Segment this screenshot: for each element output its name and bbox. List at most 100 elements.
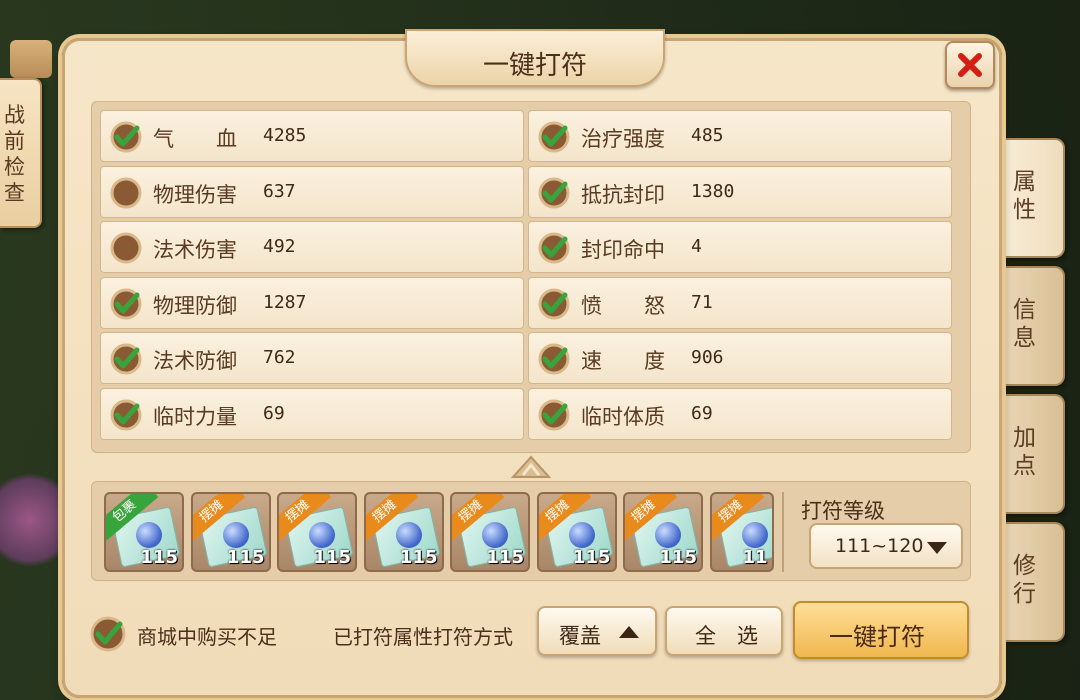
- attribute-value: 1380: [691, 180, 735, 202]
- tab-add-points[interactable]: 加点: [1005, 394, 1065, 514]
- checked-icon[interactable]: [537, 342, 571, 376]
- one-click-talisman-dialog: 一键打符 气 血 4285 物理伤害 637 法术伤害 492 物理防御 1287 法术防御 76…: [62, 29, 1002, 698]
- attribute-name: 临时力量: [153, 404, 237, 429]
- checked-icon[interactable]: [109, 120, 143, 154]
- items-divider: [782, 492, 784, 572]
- tab-cultivation[interactable]: 修行: [1005, 522, 1065, 642]
- close-button[interactable]: [945, 41, 995, 89]
- talisman-orb-icon: [309, 522, 335, 548]
- attribute-name: 气 血: [153, 127, 237, 151]
- checked-icon[interactable]: [537, 231, 571, 265]
- checked-icon[interactable]: [109, 287, 143, 321]
- talisman-item[interactable]: 摆摊 115: [623, 492, 703, 572]
- tab-cultivation-label: 修行: [1013, 553, 1036, 607]
- close-x-icon: [958, 53, 982, 77]
- attribute-row[interactable]: 物理防御 1287: [100, 276, 524, 329]
- unchecked-icon[interactable]: [109, 176, 143, 210]
- talisman-item[interactable]: 摆摊 115: [190, 492, 271, 572]
- one-click-talisman-button[interactable]: 一键打符: [793, 601, 969, 659]
- attribute-row[interactable]: 封印命中 4: [528, 221, 952, 273]
- item-level: 115: [226, 547, 265, 568]
- attribute-name: 法术防御: [153, 349, 237, 373]
- cover-mode-label: 覆盖: [559, 624, 601, 648]
- level-label: 打符等级: [801, 499, 885, 523]
- item-level: 115: [486, 547, 524, 568]
- item-level: 11: [742, 547, 768, 568]
- attribute-value: 71: [691, 291, 713, 313]
- dialog-title: 一键打符: [482, 51, 587, 81]
- talisman-item[interactable]: 摆摊 115: [536, 492, 617, 572]
- item-level: 115: [399, 547, 438, 568]
- attribute-value: 1287: [263, 291, 307, 313]
- attribute-name: 愤 怒: [581, 293, 665, 318]
- select-all-button[interactable]: 全 选: [665, 606, 783, 656]
- shop-buy-checkbox[interactable]: [89, 615, 127, 653]
- attribute-row[interactable]: 法术伤害 492: [100, 221, 524, 273]
- attribute-row[interactable]: 临时力量 69: [100, 387, 524, 440]
- chevron-down-icon: [927, 542, 947, 554]
- checked-icon[interactable]: [537, 287, 571, 321]
- tab-info[interactable]: 信息: [1005, 266, 1065, 386]
- item-level: 115: [313, 547, 351, 568]
- talisman-orb-icon: [222, 522, 249, 548]
- tab-add-points-label: 加点: [1013, 425, 1036, 479]
- attribute-name: 封印命中: [581, 238, 665, 262]
- tab-pre-battle-check-label: 战前检查: [4, 103, 25, 205]
- background-flower: [0, 460, 60, 580]
- item-level: 115: [140, 547, 178, 568]
- talisman-orb-icon: [482, 522, 508, 548]
- attribute-name: 临时体质: [581, 404, 665, 429]
- attribute-row[interactable]: 气 血 4285: [100, 110, 524, 162]
- attribute-value: 4: [691, 236, 702, 257]
- attribute-value: 69: [691, 402, 713, 424]
- talisman-item[interactable]: 摆摊 115: [277, 492, 357, 572]
- left-scroll-ornament: [10, 40, 52, 78]
- attribute-row[interactable]: 速 度 906: [528, 332, 952, 384]
- collapse-arrow-icon[interactable]: [509, 451, 553, 481]
- attribute-row[interactable]: 抵抗封印 1380: [528, 165, 952, 218]
- talisman-orb-icon: [741, 522, 768, 548]
- talisman-orb-icon: [395, 522, 422, 548]
- talisman-orb-icon: [655, 522, 681, 548]
- attribute-value: 637: [263, 180, 296, 202]
- level-dropdown[interactable]: 111~120: [809, 523, 963, 569]
- one-click-talisman-label: 一键打符: [829, 623, 925, 651]
- talisman-item[interactable]: 摆摊 11: [709, 492, 774, 572]
- attribute-row[interactable]: 愤 怒 71: [528, 276, 952, 329]
- talisman-orb-icon: [136, 522, 162, 548]
- attribute-row[interactable]: 物理伤害 637: [100, 165, 524, 218]
- talisman-item[interactable]: 包裹 115: [104, 492, 184, 572]
- talisman-item[interactable]: 摆摊 115: [363, 492, 444, 572]
- attribute-name: 法术伤害: [153, 238, 237, 262]
- talisman-orb-icon: [568, 522, 595, 548]
- checked-icon[interactable]: [109, 398, 143, 432]
- tab-attributes[interactable]: 属性: [1005, 138, 1065, 258]
- select-all-label: 全 选: [695, 624, 758, 648]
- checked-icon[interactable]: [537, 176, 571, 210]
- attribute-name: 物理伤害: [153, 182, 237, 207]
- tab-pre-battle-check[interactable]: 战前检查: [0, 78, 42, 228]
- method-label: 已打符属性打符方式: [333, 625, 513, 649]
- chevron-up-icon: [619, 626, 639, 638]
- attribute-name: 治疗强度: [581, 127, 665, 151]
- talisman-item[interactable]: 摆摊 115: [450, 492, 530, 572]
- attribute-row[interactable]: 治疗强度 485: [528, 110, 952, 162]
- item-level: 115: [572, 547, 611, 568]
- attribute-value: 762: [263, 347, 296, 368]
- tab-attributes-label: 属性: [1013, 169, 1036, 223]
- title-plate: 一键打符: [405, 29, 665, 87]
- attribute-list: 气 血 4285 物理伤害 637 法术伤害 492 物理防御 1287 法术防御 762 临时力量…: [91, 101, 971, 453]
- attribute-name: 速 度: [581, 349, 665, 373]
- attribute-value: 492: [263, 236, 296, 257]
- checked-icon[interactable]: [537, 398, 571, 432]
- checked-icon[interactable]: [537, 120, 571, 154]
- cover-mode-button[interactable]: 覆盖: [537, 606, 657, 656]
- checked-icon[interactable]: [109, 342, 143, 376]
- attribute-row[interactable]: 法术防御 762: [100, 332, 524, 384]
- attribute-name: 抵抗封印: [581, 182, 665, 207]
- attribute-row[interactable]: 临时体质 69: [528, 387, 952, 440]
- attribute-name: 物理防御: [153, 293, 237, 318]
- shop-buy-label: 商城中购买不足: [137, 625, 277, 649]
- unchecked-icon[interactable]: [109, 231, 143, 265]
- level-dropdown-value: 111~120: [835, 535, 924, 557]
